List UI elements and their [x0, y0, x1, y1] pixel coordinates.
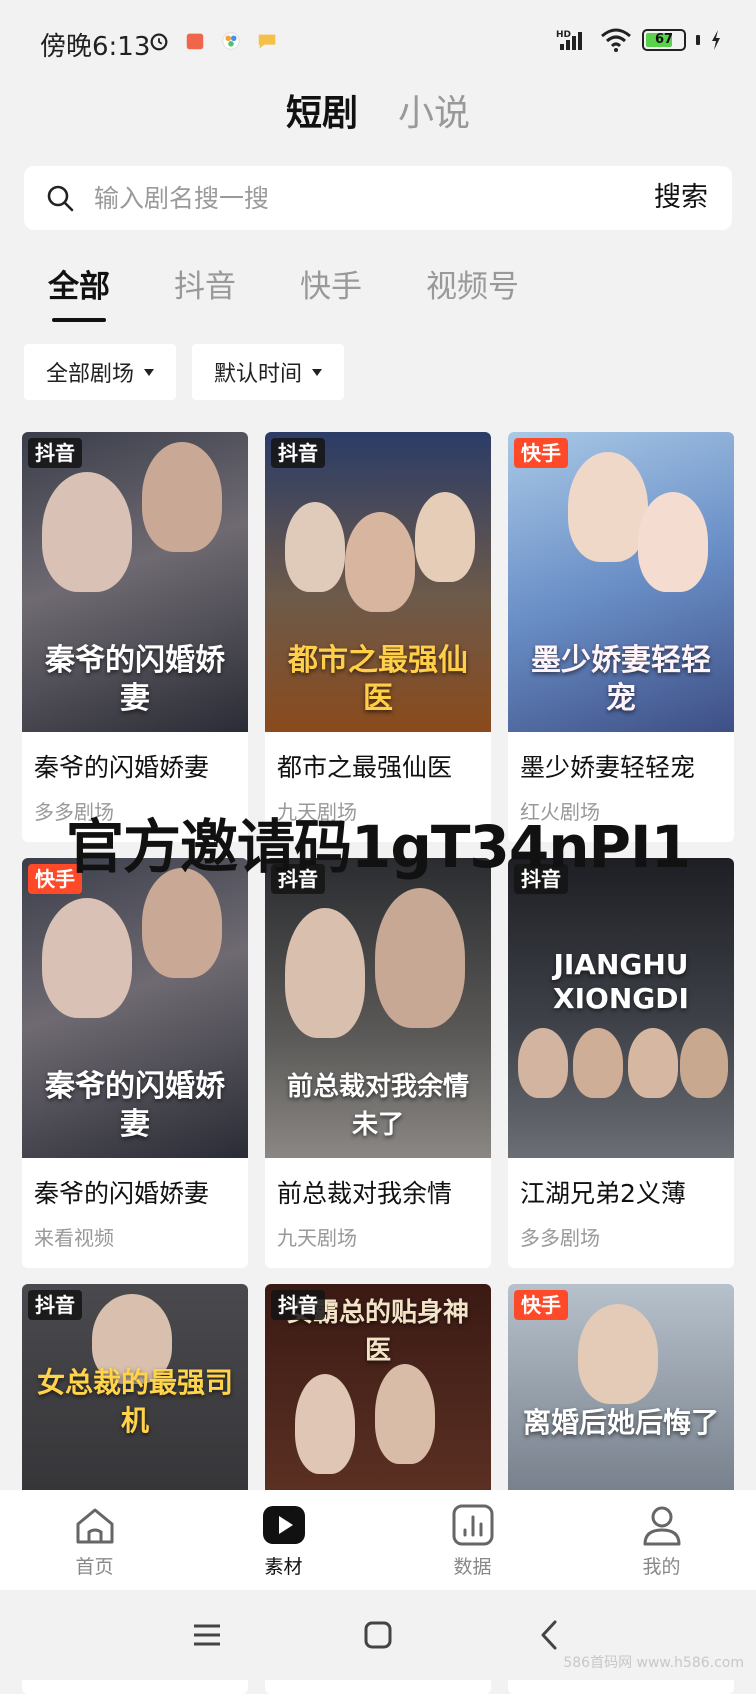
platform-badge: 抖音: [271, 864, 325, 894]
nav-data-label: 数据: [453, 1556, 492, 1578]
tab-novel[interactable]: 小说: [398, 84, 470, 144]
hd-signal-icon: HD: [556, 30, 582, 50]
cover-title: 墨少娇妻轻轻宠: [531, 643, 711, 716]
cover-title: 都市之最强仙医: [288, 643, 468, 716]
drama-title: 秦爷的闪婚娇妻: [34, 753, 210, 782]
alarm-icon: [150, 33, 168, 51]
drama-card[interactable]: 前总裁对我余情未了 抖音 前总裁对我余情 九天剧场: [265, 858, 491, 1268]
battery-cap: [696, 35, 700, 45]
cover-title: 女总裁的最强司机: [36, 1366, 233, 1437]
cover-title: 秦爷的闪婚娇妻: [45, 643, 225, 716]
caret-down-icon: [144, 368, 155, 376]
system-nav-bar: 586首码网 www.h586.com: [0, 1590, 756, 1680]
charging-icon: [712, 30, 720, 50]
nav-materials-label: 素材: [264, 1556, 303, 1578]
status-time: 傍晚6:13: [40, 32, 151, 62]
home-square-icon[interactable]: [361, 1618, 395, 1652]
drama-cover-image: JIANGHU XIONGDI: [508, 858, 734, 1158]
drama-source: 多多剧场: [520, 1226, 600, 1250]
tab-short-drama[interactable]: 短剧: [286, 84, 358, 144]
nav-home-label: 首页: [75, 1556, 114, 1578]
drama-card[interactable]: JIANGHU XIONGDI 抖音 江湖兄弟2义薄 多多剧场: [508, 858, 734, 1268]
platform-badge: 快手: [28, 864, 82, 894]
platform-badge: 抖音: [271, 1290, 325, 1320]
platform-badge: 快手: [514, 1290, 568, 1320]
home-icon: [76, 1508, 113, 1544]
theater-filter-label: 全部剧场: [46, 362, 135, 387]
wifi-icon: [601, 28, 631, 52]
nav-profile[interactable]: 我的: [567, 1490, 756, 1590]
cover-title: 前总裁对我余情未了: [286, 1072, 469, 1140]
status-notification-icons: [148, 30, 278, 52]
drama-source: 多多剧场: [34, 800, 114, 824]
tab-shipinhao[interactable]: 视频号: [426, 262, 519, 322]
battery-icon: 67: [642, 29, 686, 51]
drama-title: 前总裁对我余情: [277, 1179, 453, 1208]
drama-cover-image: 秦爷的闪婚娇妻: [22, 432, 248, 732]
platform-badge: 快手: [514, 438, 568, 468]
platform-badge: 抖音: [514, 864, 568, 894]
chart-icon: [452, 1504, 493, 1546]
cover-title: 秦爷的闪婚娇妻: [45, 1069, 225, 1142]
content-type-tabs: 短剧 小说: [0, 84, 756, 144]
drama-cover-image: 秦爷的闪婚娇妻: [22, 858, 248, 1158]
caret-down-icon: [312, 368, 323, 376]
site-watermark: 586首码网 www.h586.com: [563, 1655, 744, 1671]
filter-bar: 全部剧场 默认时间: [24, 344, 345, 400]
drama-cover-image: 都市之最强仙医: [265, 432, 491, 732]
cover-title: 离婚后她后悔了: [522, 1406, 719, 1439]
svg-text:HD: HD: [556, 30, 571, 40]
cover-title: JIANGHU XIONGDI: [553, 948, 689, 1015]
nav-profile-label: 我的: [642, 1556, 681, 1578]
drama-title: 秦爷的闪婚娇妻: [34, 1179, 210, 1208]
tab-kuaishou[interactable]: 快手: [300, 262, 362, 322]
status-system-icons: HD 67: [556, 28, 722, 52]
profile-icon: [643, 1506, 680, 1546]
message-app-icon: [258, 34, 276, 49]
platform-badge: 抖音: [28, 438, 82, 468]
search-icon: [47, 185, 74, 212]
sort-filter-dropdown[interactable]: 默认时间: [192, 344, 345, 400]
menu-icon[interactable]: [190, 1618, 224, 1652]
platform-badge: 抖音: [271, 438, 325, 468]
drama-source: 红火剧场: [520, 800, 600, 824]
search-button[interactable]: 搜索: [654, 166, 708, 230]
status-bar: 傍晚6:13 HD 67: [0, 0, 756, 88]
drama-source: 九天剧场: [277, 800, 357, 824]
shop-app-icon: [186, 33, 204, 50]
drama-source: 来看视频: [34, 1226, 114, 1250]
nav-materials[interactable]: 素材: [189, 1490, 378, 1590]
sort-filter-label: 默认时间: [214, 362, 303, 387]
drama-card[interactable]: 墨少娇妻轻轻宠 快手 墨少娇妻轻轻宠 红火剧场: [508, 432, 734, 842]
drama-title: 都市之最强仙医: [277, 753, 453, 782]
drama-cover-image: 前总裁对我余情未了: [265, 858, 491, 1158]
drama-card[interactable]: 秦爷的闪婚娇妻 抖音 秦爷的闪婚娇妻 多多剧场: [22, 432, 248, 842]
play-icon: [262, 1506, 305, 1544]
back-chevron-icon[interactable]: [533, 1618, 567, 1652]
drama-title: 江湖兄弟2义薄: [520, 1179, 686, 1208]
battery-level: 67: [654, 32, 674, 47]
photos-app-icon: [222, 32, 240, 50]
drama-title: 墨少娇妻轻轻宠: [520, 753, 696, 782]
drama-card[interactable]: 秦爷的闪婚娇妻 快手 秦爷的闪婚娇妻 来看视频: [22, 858, 248, 1268]
tab-douyin[interactable]: 抖音: [174, 262, 236, 322]
platform-badge: 抖音: [28, 1290, 82, 1320]
tab-all[interactable]: 全部: [48, 262, 110, 322]
bottom-nav: 首页 素材 数据 我的: [0, 1490, 756, 1590]
theater-filter-dropdown[interactable]: 全部剧场: [24, 344, 177, 400]
drama-card[interactable]: 都市之最强仙医 抖音 都市之最强仙医 九天剧场: [265, 432, 491, 842]
search-input[interactable]: [88, 166, 620, 230]
nav-home[interactable]: 首页: [0, 1490, 189, 1590]
search-bar: 搜索: [24, 166, 732, 230]
nav-data[interactable]: 数据: [378, 1490, 567, 1590]
platform-tabs: 全部 抖音 快手 视频号: [48, 262, 519, 322]
drama-source: 九天剧场: [277, 1226, 357, 1250]
drama-cover-image: 墨少娇妻轻轻宠: [508, 432, 734, 732]
